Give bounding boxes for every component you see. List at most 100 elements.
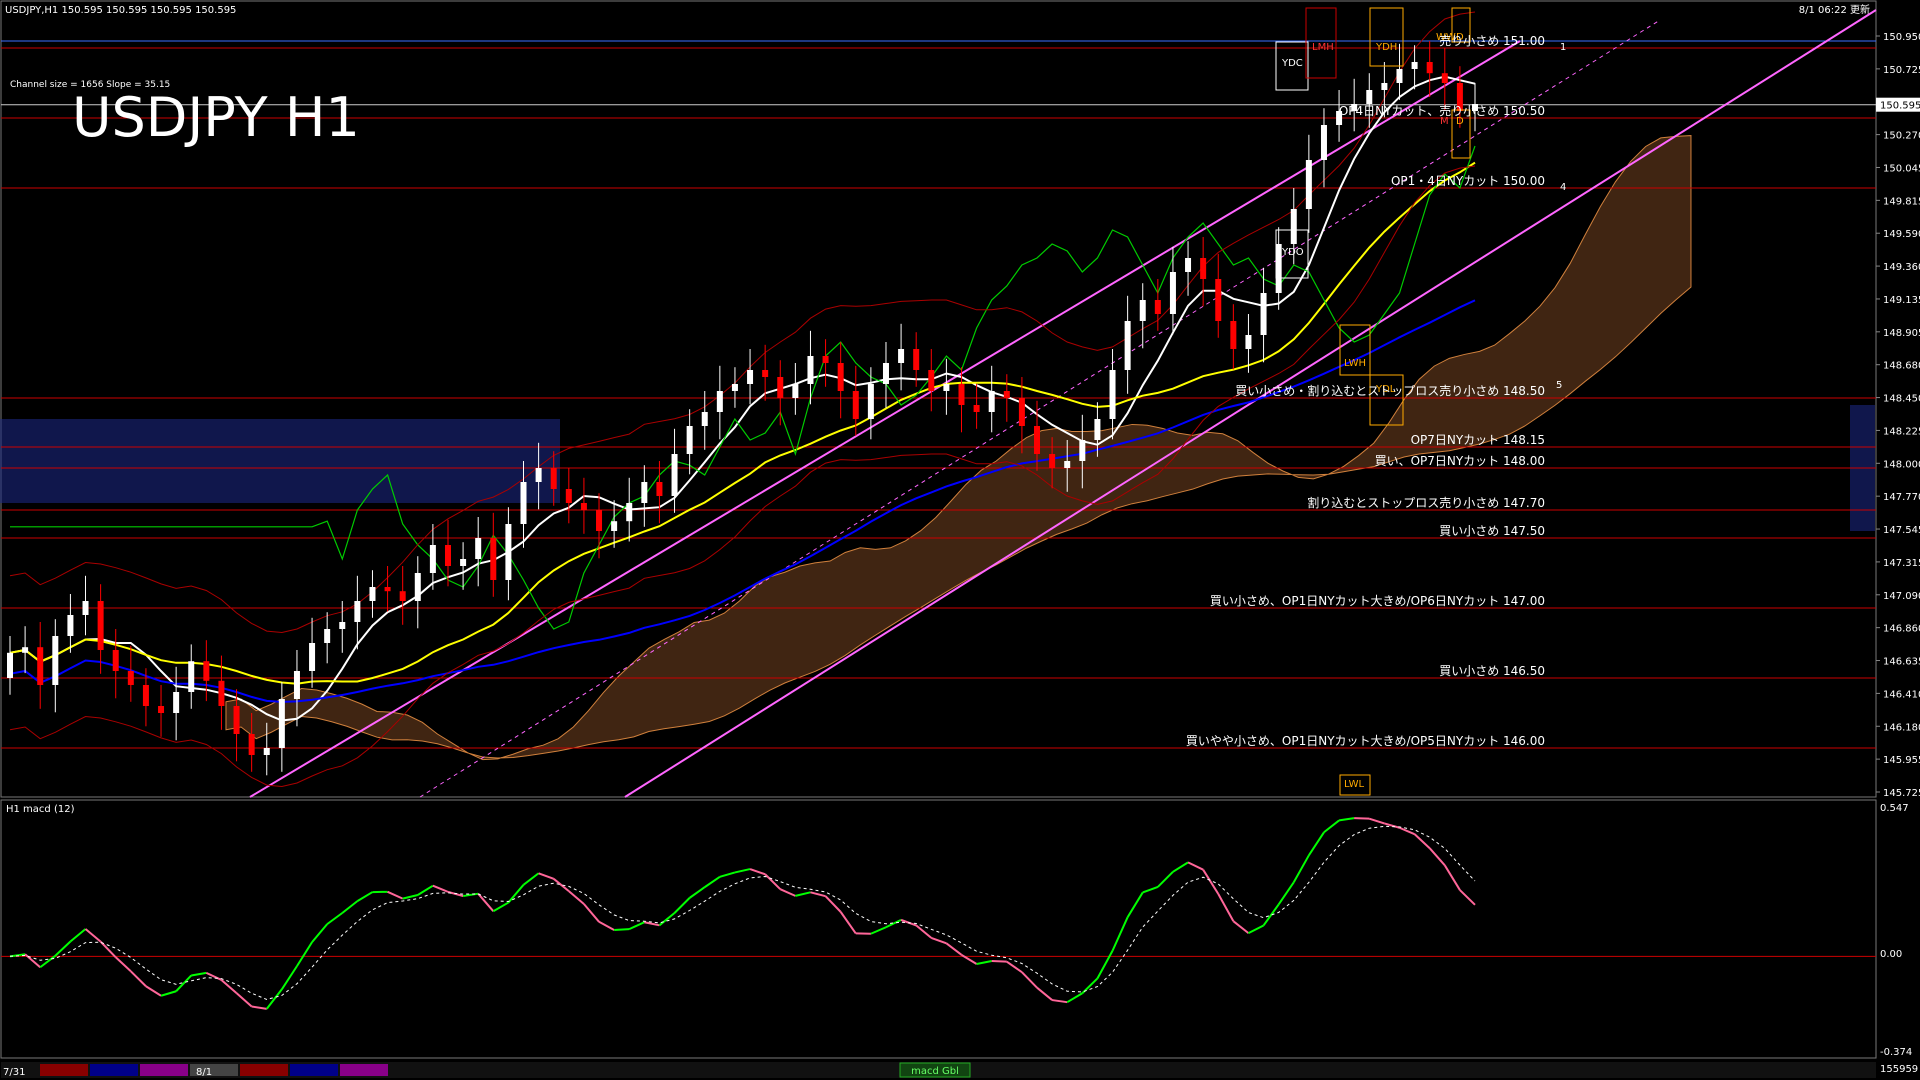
candle-body: [1381, 83, 1388, 90]
candle-body: [1305, 160, 1312, 209]
candle-body: [354, 601, 361, 622]
level-label: 買いやや小さめ、OP1日NYカット大きめ/OP5日NYカット 146.00: [1186, 734, 1545, 748]
macd-segment: [387, 890, 404, 900]
candle-body: [520, 482, 527, 524]
candle-body: [792, 384, 799, 398]
macd-axis-zero: 0.00: [1880, 949, 1902, 960]
symbol-info: USDJPY,H1 150.595 150.595 150.595 150.59…: [5, 5, 236, 16]
macd-segment: [326, 912, 343, 925]
level-label: OP7日NYカット 148.15: [1411, 433, 1545, 447]
candle-body: [777, 377, 784, 398]
macd-segment: [477, 893, 495, 912]
candle-body: [1200, 258, 1207, 279]
candle-body: [369, 587, 376, 601]
macd-segment: [689, 886, 706, 899]
price-axis: 150.950150.725150.500150.270150.045149.8…: [1876, 32, 1920, 799]
macd-segment: [1187, 861, 1204, 871]
price-chart[interactable]: YDCLMH YDHYDOLWHYDLLWLWW DDM145 売り小さめ 151.…: [0, 0, 1920, 1080]
macd-segment: [1354, 817, 1370, 820]
chart-title: USDJPY H1: [72, 86, 360, 149]
macd-segment: [402, 894, 419, 900]
box-label-ydc_mid: YDO: [1281, 247, 1304, 258]
candle-body: [173, 692, 180, 713]
candle-body: [958, 384, 965, 405]
time-strip-segment: [290, 1064, 338, 1076]
macd-segment: [1277, 881, 1295, 906]
macd-signal-line: [9, 825, 1476, 1001]
candle-body: [1275, 244, 1282, 293]
candle-body: [1366, 90, 1373, 104]
macd-segment: [628, 921, 645, 931]
candle-body: [1124, 321, 1131, 370]
candle-body: [1245, 335, 1252, 349]
box-label-ydc_top: YDC: [1281, 58, 1303, 69]
macd-segment: [265, 988, 283, 1010]
candle-body: [1320, 125, 1327, 160]
candle-body: [203, 661, 210, 681]
macd-segment: [1036, 986, 1053, 1001]
candle-body: [263, 748, 270, 755]
price-tick-label: 146.180: [1883, 722, 1920, 733]
candle-body: [309, 643, 316, 671]
candle-body: [142, 685, 149, 706]
level-label: 割り込むとストップロス売り小さめ 147.70: [1307, 495, 1545, 510]
macd-segment: [945, 942, 963, 956]
price-tick-label: 148.225: [1883, 426, 1920, 437]
candle-body: [1290, 209, 1297, 244]
level-label: 買い小さめ 147.50: [1439, 524, 1545, 538]
candle-body: [505, 524, 512, 580]
channel-upper: [624, 9, 1877, 798]
candle-body: [218, 680, 225, 706]
box-label-wave_4: 4: [1560, 182, 1566, 193]
macd-axis-bottom: -0.374: [1880, 1047, 1912, 1058]
macd-segment: [462, 892, 479, 898]
macd-segment: [1126, 891, 1144, 918]
macd-segment: [719, 871, 736, 878]
macd-segment: [779, 888, 796, 897]
macd-segment: [311, 923, 328, 943]
macd-segment: [432, 884, 449, 893]
macd-label: H1 macd (12): [6, 804, 75, 815]
macd-segment: [1308, 831, 1325, 856]
candle-body: [1260, 293, 1267, 335]
candle-body: [701, 412, 708, 426]
macd-segment: [235, 992, 253, 1008]
macd-segment: [734, 868, 751, 874]
candle-body: [22, 647, 29, 653]
macd-segment: [1459, 889, 1476, 906]
macd-segment: [1292, 854, 1310, 883]
macd-segment: [69, 928, 87, 943]
macd-segment: [1142, 886, 1159, 894]
macd-segment: [704, 875, 721, 888]
candle-body: [324, 629, 331, 643]
candle-body: [1396, 69, 1403, 83]
current-price-label: 150.595: [1880, 101, 1920, 112]
macd-segment: [553, 878, 570, 892]
candle-body: [1154, 300, 1161, 314]
macd-segment: [764, 873, 781, 890]
macd-indicator: [1, 817, 1876, 1010]
macd-segment: [175, 974, 192, 992]
level-label: OP4日NYカット、売り小さめ 150.50: [1339, 103, 1545, 118]
price-tick-label: 148.000: [1883, 459, 1920, 470]
macd-segment: [522, 872, 540, 886]
candle-body: [535, 468, 542, 482]
trading-terminal: YDC LMH YDH YDO LWH YDL LWL WW D D M 1 4 5 売り小さめ 151.…: [0, 0, 1920, 1080]
time-strip-segment: [90, 1064, 138, 1076]
price-tick-label: 150.725: [1883, 65, 1920, 76]
candle-body: [475, 538, 482, 559]
time-strip-segment: [140, 1064, 188, 1076]
macd-tab-label[interactable]: macd Gbl: [911, 1066, 959, 1077]
box-label-lwh: LWH: [1344, 358, 1366, 369]
candle-body: [293, 671, 300, 699]
price-tick-label: 149.360: [1883, 262, 1920, 273]
candle-body: [1109, 370, 1116, 419]
macd-segment: [115, 956, 132, 973]
level-label: 買い小さめ 146.50: [1439, 664, 1545, 678]
macd-segment: [1368, 817, 1385, 825]
candle-body: [127, 671, 134, 685]
candle-body: [384, 587, 391, 592]
macd-segment: [749, 868, 766, 876]
ichimoku-cloud: [0, 135, 1875, 761]
candle-body: [807, 356, 814, 384]
